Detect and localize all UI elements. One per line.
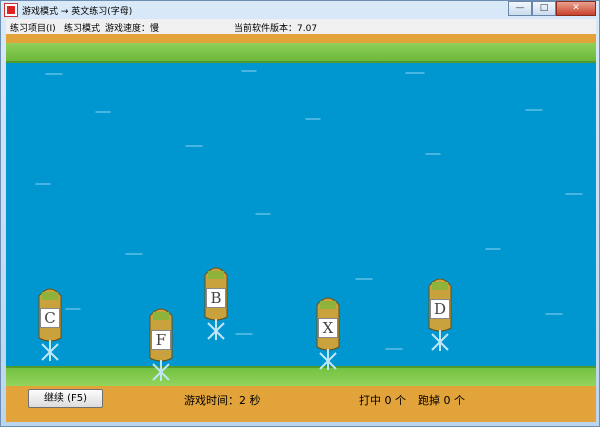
- water-ripples: [35, 70, 583, 350]
- maximize-button[interactable]: □: [532, 1, 556, 16]
- boat-c: C: [37, 286, 63, 376]
- miss-count-label: 跑掉 0 个: [418, 394, 465, 407]
- boat-letter: F: [151, 330, 171, 350]
- boat-letter: X: [318, 318, 338, 338]
- menu-practice-items[interactable]: 练习项目(I): [10, 21, 56, 34]
- app-window: 游戏模式 → 英文练习(字母) — □ ✕ 练习项目(I) 练习模式 游戏速度：…: [0, 0, 600, 427]
- boat-b: B: [203, 265, 229, 355]
- boat-letter: B: [206, 288, 226, 308]
- game-time-label: 游戏时间：2 秒: [184, 394, 261, 407]
- window-controls: — □ ✕: [508, 1, 596, 17]
- top-riverbank: [6, 34, 596, 63]
- minimize-button[interactable]: —: [508, 1, 532, 16]
- menu-practice-mode[interactable]: 练习模式: [64, 21, 100, 34]
- menu-bar: 练习项目(I) 练习模式 游戏速度：慢 当前软件版本：7.07: [6, 19, 596, 34]
- title-bar[interactable]: 游戏模式 → 英文练习(字母) — □ ✕: [1, 1, 599, 19]
- window-title: 游戏模式 → 英文练习(字母): [22, 7, 133, 17]
- boat-letter: C: [40, 308, 60, 328]
- version-label: 当前软件版本：7.07: [234, 24, 318, 34]
- boat-x: X: [315, 295, 341, 385]
- close-button[interactable]: ✕: [556, 1, 596, 16]
- boat-letter: D: [430, 299, 450, 319]
- app-logo-icon[interactable]: [4, 3, 18, 17]
- continue-button[interactable]: 继续 (F5): [28, 389, 103, 408]
- menu-game-speed[interactable]: 游戏速度：慢: [105, 21, 159, 34]
- game-area: C F B X D: [6, 34, 596, 422]
- boat-d: D: [427, 276, 453, 366]
- boat-f: F: [148, 306, 174, 396]
- hit-count-label: 打中 0 个: [359, 394, 406, 407]
